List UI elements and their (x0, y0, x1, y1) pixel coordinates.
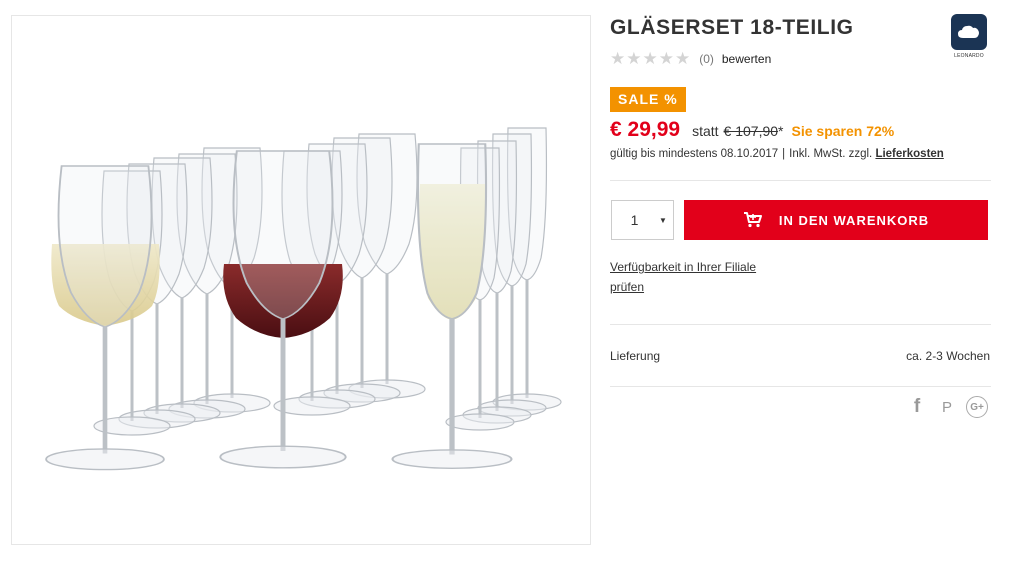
red-wine-glass (220, 151, 345, 468)
price-asterisk: * (778, 123, 784, 139)
savings-text: Sie sparen 72% (791, 123, 895, 139)
add-to-cart-label: IN DEN WARENKORB (778, 212, 930, 228)
price-row: € 29,99 statt € 107,90 * Sie sparen 72% (610, 118, 894, 142)
old-price: € 107,90 (723, 123, 779, 139)
product-title: GLÄSERSET 18-TEILIG (610, 16, 854, 39)
cloud-logo-icon (951, 14, 987, 50)
pinterest-icon[interactable]: P (936, 399, 958, 416)
validity-separator: | (782, 148, 786, 160)
google-plus-icon[interactable]: G+ (966, 396, 988, 418)
shopping-cart-icon (743, 212, 762, 228)
current-price: € 29,99 (610, 118, 681, 141)
caret-down-icon: ▼ (659, 215, 667, 225)
sale-badge: SALE % (610, 87, 686, 112)
delivery-label: Lieferung (610, 349, 661, 363)
delivery-time: ca. 2-3 Wochen (906, 349, 990, 363)
rate-link[interactable]: bewerten (722, 52, 771, 66)
quantity-value: 1 (630, 212, 639, 228)
rating-count: (0) (699, 52, 714, 66)
brand-name: LEONARDO (954, 53, 984, 59)
divider (610, 386, 991, 387)
divider (610, 180, 991, 181)
star-rating-icon: ★★★★★ (610, 49, 692, 68)
price-validity: gültig bis mindestens 08.10.2017 | Inkl. M… (610, 148, 944, 160)
social-share: f P G+ (906, 396, 988, 418)
store-availability-link[interactable]: Verfügbarkeit in Ihrer Filiale prüfen (610, 257, 756, 297)
brand-logo[interactable]: LEONARDO (950, 14, 988, 62)
quantity-select[interactable]: 1 ▼ (611, 200, 674, 240)
statt-label: statt (692, 123, 719, 139)
product-image[interactable] (11, 15, 591, 545)
availability-line-2[interactable]: prüfen (610, 277, 756, 297)
add-to-cart-button[interactable]: IN DEN WARENKORB (684, 200, 988, 240)
glass-set-illustration (12, 126, 563, 545)
validity-text: gültig bis mindestens 08.10.2017 (610, 148, 779, 160)
facebook-icon[interactable]: f (906, 396, 928, 418)
divider (610, 324, 991, 325)
tax-text: Inkl. MwSt. zzgl. (789, 148, 873, 160)
shipping-cost-link[interactable]: Lieferkosten (875, 148, 943, 160)
availability-line-1[interactable]: Verfügbarkeit in Ihrer Filiale (610, 257, 756, 277)
rating: ★★★★★ (0) bewerten (610, 49, 771, 69)
